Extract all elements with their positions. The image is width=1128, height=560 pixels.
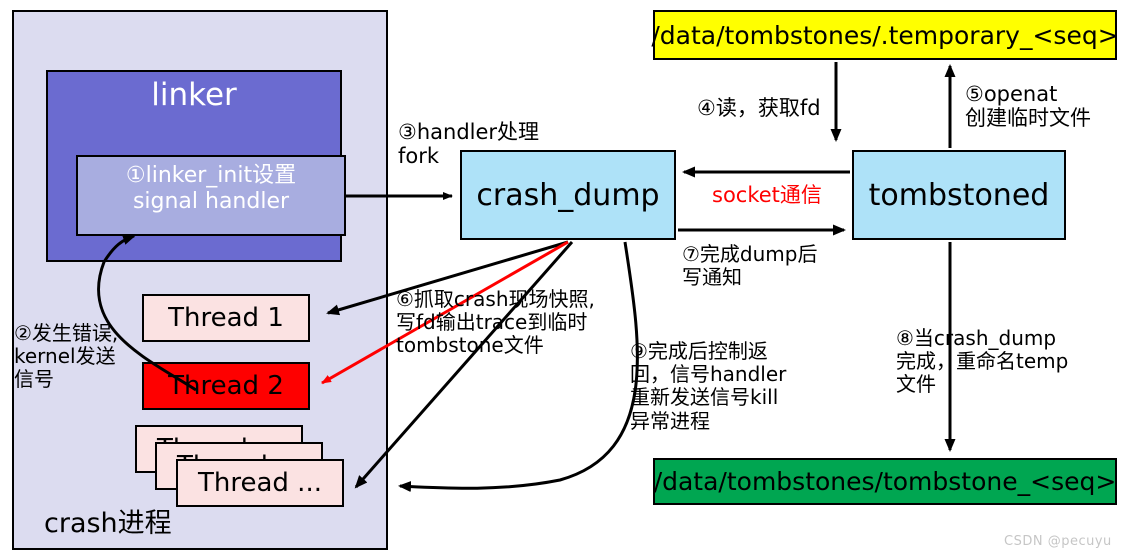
diagram-canvas: crash进程 linker ①linker_init设置 signal han… <box>0 0 1128 560</box>
note-4-read-fd: ④读，获取fd <box>697 96 821 120</box>
crash-process-title: crash进程 <box>44 508 172 539</box>
note-2-kernel-signal: ②发生错误, kernel发送 信号 <box>14 321 119 392</box>
note-8-rename-temp: ⑧当crash_dump 完成，重命名temp 文件 <box>896 326 1069 397</box>
note-7-dump-done: ⑦完成dump后 写通知 <box>682 242 818 290</box>
signal-handler-label: ①linker_init设置 signal handler <box>125 163 297 214</box>
temporary-file-box: /data/tombstones/.temporary_<seq> <box>651 10 1119 60</box>
thread-box-stack-front: Thread ... <box>176 459 344 507</box>
watermark: CSDN @pecuyu <box>1004 534 1112 549</box>
note-3-handler-fork: ③handler处理 fork <box>398 120 540 169</box>
note-9-return-control: ⑨完成后控制返 回，信号handler 重新发送信号kill 异常进程 <box>630 339 787 433</box>
final-tombstone-file-box: /data/tombstones/tombstone_<seq> <box>653 458 1117 505</box>
linker-title: linker <box>151 77 237 113</box>
tombstoned-box: tombstoned <box>852 150 1066 240</box>
note-5-openat: ⑤openat 创建临时文件 <box>965 82 1091 131</box>
thread-box-1: Thread 1 <box>142 294 310 342</box>
arrow-crashdump-return <box>398 241 639 493</box>
thread-box-2-crashed: Thread 2 <box>142 362 310 410</box>
arrow-crashdump-to-threadstack <box>354 241 574 489</box>
note-6-capture-snapshot: ⑥抓取crash现场快照, 写fd输出trace到临时 tombstone文件 <box>396 287 595 358</box>
socket-communication-label: socket通信 <box>712 183 822 207</box>
